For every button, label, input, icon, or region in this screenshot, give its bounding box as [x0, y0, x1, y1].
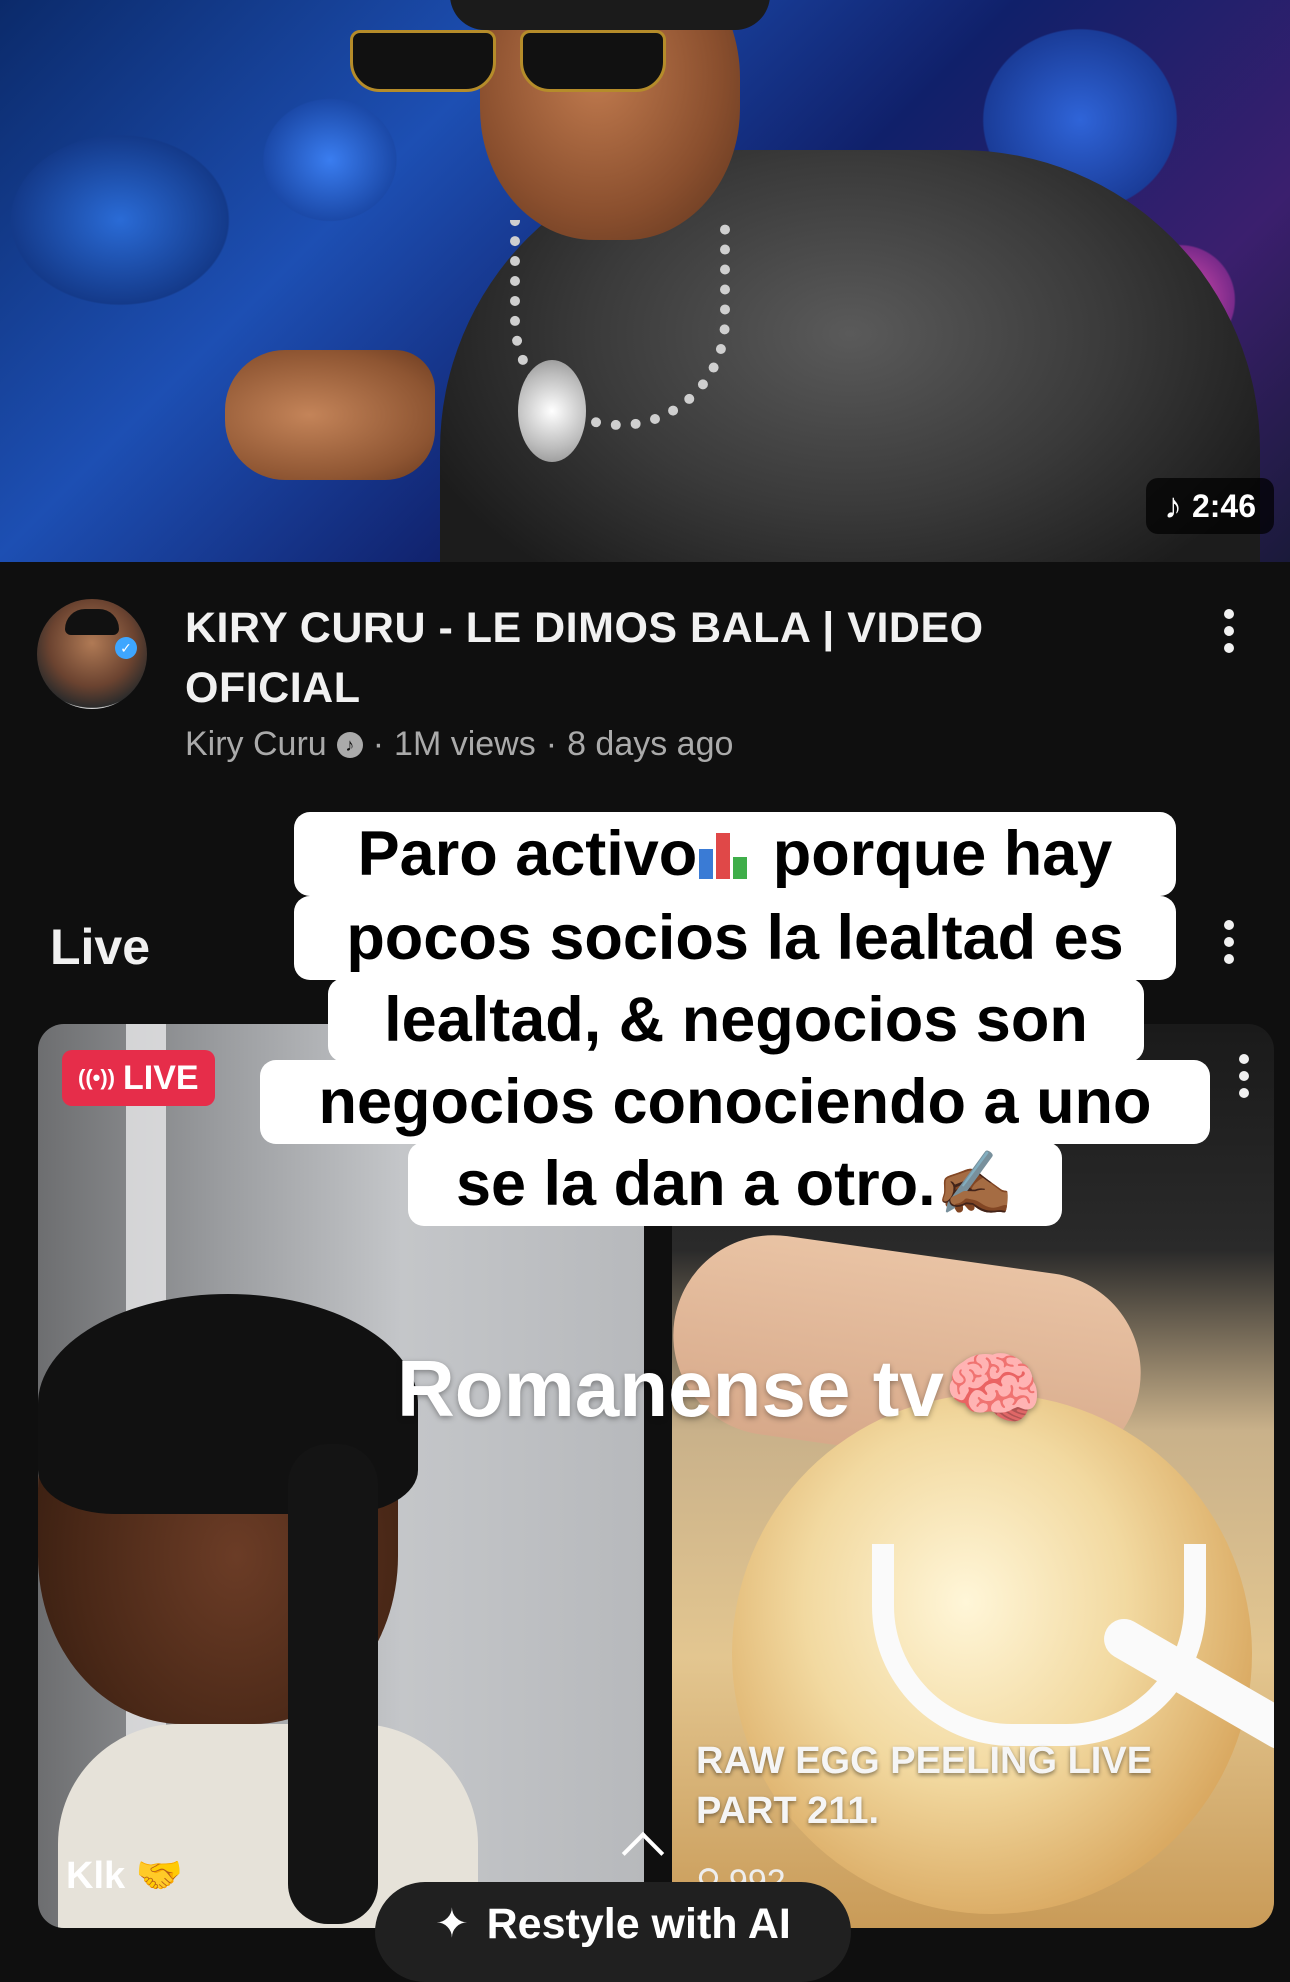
- watermark-text: Romanense tv🧠: [397, 1344, 1044, 1433]
- durag-tail: [288, 1444, 378, 1924]
- live-section-more-icon[interactable]: [1221, 920, 1237, 964]
- channel-name[interactable]: Kiry Curu: [185, 725, 327, 764]
- bar-chart-icon: [699, 821, 755, 879]
- caption-line-3: lealtad, & negocios son: [328, 978, 1144, 1062]
- live-card-title: RAW EGG PEELING LIVE PART 211.: [696, 1740, 1153, 1832]
- thumbnail-pointing-hand: [225, 350, 435, 480]
- caption-line-1: Paro activo porque hay: [294, 812, 1176, 896]
- view-count: 1M views: [394, 725, 536, 763]
- channel-avatar[interactable]: ✓: [37, 599, 147, 709]
- thumbnail-pendant: [518, 360, 586, 462]
- caption-line-5: se la dan a otro.✍🏾: [408, 1142, 1062, 1226]
- duration-badge: ♪ 2:46: [1145, 478, 1274, 534]
- live-badge: ((•)) LIVE: [62, 1050, 215, 1106]
- music-note-icon: ♪: [1163, 485, 1182, 526]
- live-card-more-icon[interactable]: [1236, 1054, 1252, 1098]
- duration-text: 2:46: [1191, 487, 1256, 524]
- caption-line-1-b: porque hay: [755, 819, 1113, 889]
- thumbnail-cap: [450, 0, 770, 30]
- video-thumbnail[interactable]: ♪ 2:46: [0, 0, 1290, 562]
- restyle-label: Restyle with AI: [486, 1900, 791, 1948]
- caption-line-1-a: Paro activo: [357, 819, 698, 889]
- video-more-icon[interactable]: [1221, 609, 1237, 653]
- thumbnail-sunglasses: [350, 30, 670, 92]
- avatar-cap: [65, 609, 119, 635]
- video-info: ✓ KIRY CURU - LE DIMOS BALA | VIDEO OFIC…: [0, 562, 1290, 792]
- live-broadcast-icon: ((•)): [78, 1065, 116, 1090]
- meta-separator: ·: [372, 725, 385, 763]
- upload-age: 8 days ago: [567, 725, 734, 763]
- live-badge-label: LIVE: [123, 1058, 199, 1097]
- live-card-name: Klk 🤝: [66, 1855, 184, 1897]
- caption-line-2: pocos socios la lealtad es: [294, 896, 1176, 980]
- verified-icon: ✓: [115, 637, 137, 659]
- sparkle-icon: ✦: [435, 1902, 469, 1946]
- channel-verified-icon: ♪: [336, 731, 363, 758]
- video-meta: Kiry Curu ♪ · 1M views · 8 days ago: [185, 725, 733, 764]
- video-title[interactable]: KIRY CURU - LE DIMOS BALA | VIDEO OFICIA…: [185, 598, 1065, 718]
- meta-separator: ·: [545, 725, 558, 763]
- caption-line-4: negocios conociendo a uno: [260, 1060, 1210, 1144]
- restyle-with-ai-button[interactable]: ✦ Restyle with AI: [375, 1882, 851, 1982]
- live-section-heading: Live: [50, 919, 151, 975]
